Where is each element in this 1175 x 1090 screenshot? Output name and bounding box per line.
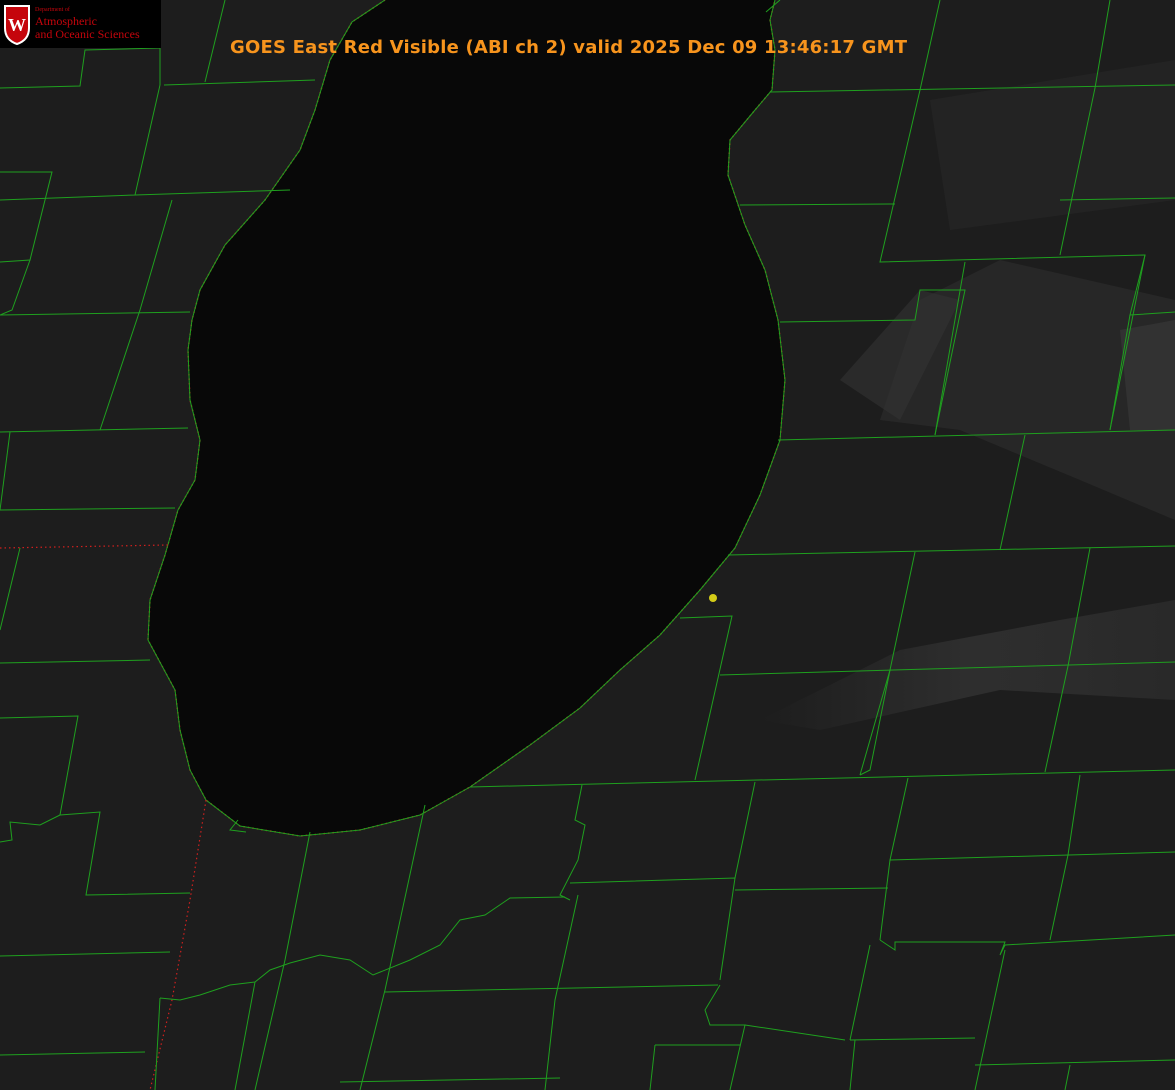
station-dot-icon bbox=[709, 594, 717, 602]
satellite-viewer: GOES East Red Visible (ABI ch 2) valid 2… bbox=[0, 0, 1175, 1090]
crest-letter: W bbox=[8, 15, 26, 35]
logo-line2: and Oceanic Sciences bbox=[35, 27, 140, 41]
aos-logo: W Department of Atmospheric and Oceanic … bbox=[0, 0, 161, 48]
logo-department-label: Department of bbox=[35, 7, 70, 13]
uw-crest-icon: W bbox=[4, 5, 30, 46]
image-title: GOES East Red Visible (ABI ch 2) valid 2… bbox=[230, 37, 908, 58]
satellite-map bbox=[0, 0, 1175, 1090]
logo-line1: Atmospheric bbox=[35, 14, 97, 28]
